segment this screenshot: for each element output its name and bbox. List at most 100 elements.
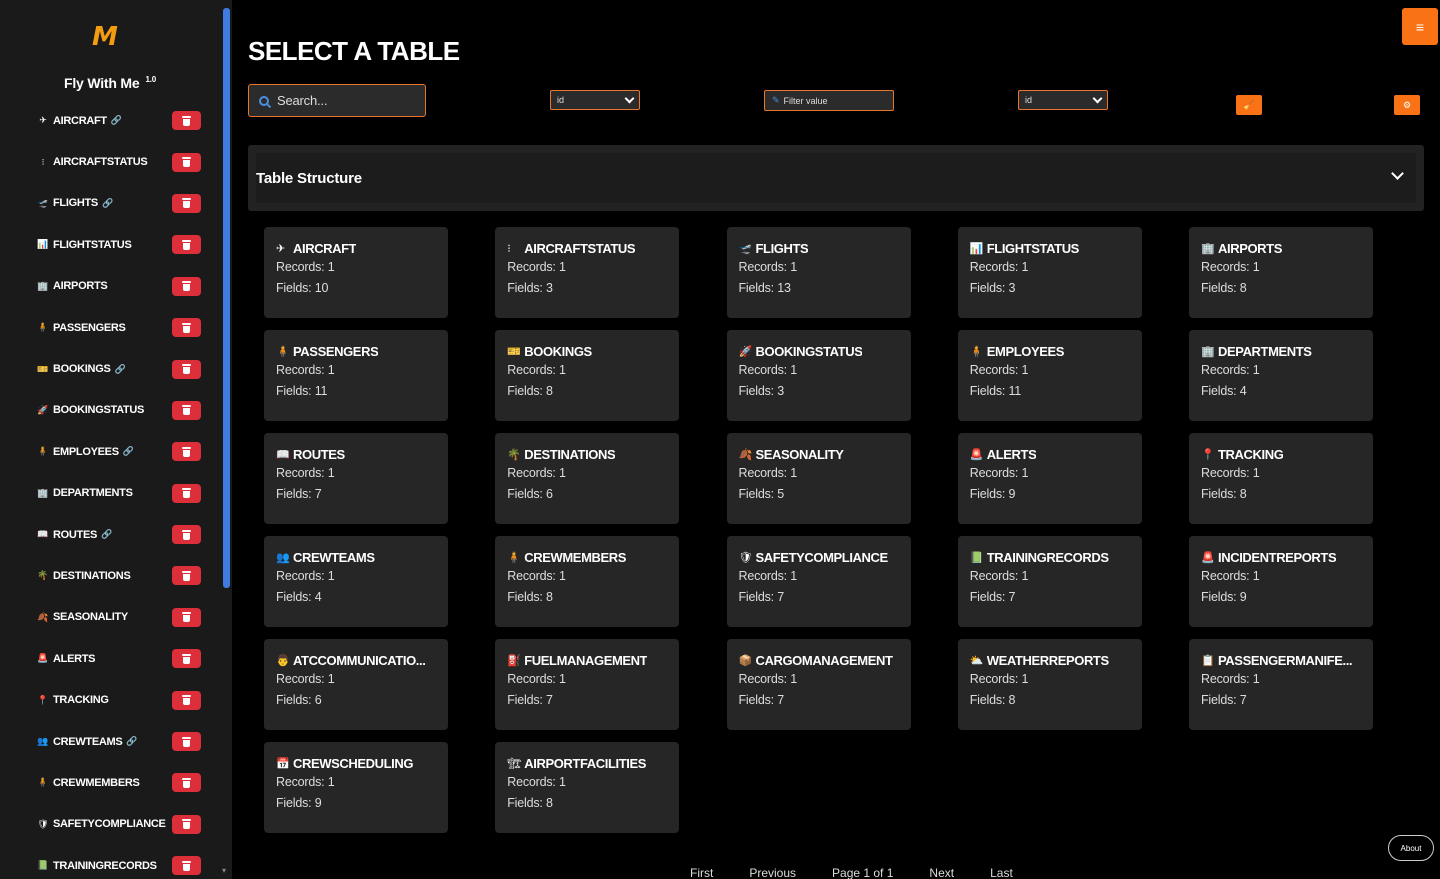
chevron-down-icon bbox=[624, 93, 635, 103]
field-select-1[interactable]: id bbox=[550, 90, 640, 110]
table-card[interactable]: 📅 CREWSCHEDULING Records: 1 Fields: 9 bbox=[264, 742, 448, 833]
table-icon: 👨 bbox=[276, 654, 290, 667]
field-select-2[interactable]: id bbox=[1018, 90, 1108, 110]
table-structure-panel[interactable]: Table Structure bbox=[248, 145, 1424, 211]
sidebar-item[interactable]: 👥 CREWTEAMS 🔗 bbox=[0, 721, 222, 762]
table-card-title: CARGOMANAGEMENT bbox=[755, 652, 893, 668]
table-card[interactable]: 👨 ATCCOMMUNICATIO... Records: 1 Fields: 6 bbox=[264, 639, 448, 730]
sidebar-item-label: TRAININGRECORDS bbox=[53, 859, 157, 872]
table-card[interactable]: 🚀 BOOKINGSTATUS Records: 1 Fields: 3 bbox=[726, 330, 911, 421]
table-card[interactable]: 🚨 INCIDENTREPORTS Records: 1 Fields: 9 bbox=[1189, 536, 1373, 627]
table-card[interactable]: ✈ AIRCRAFT Records: 1 Fields: 10 bbox=[264, 227, 448, 318]
delete-table-button[interactable] bbox=[172, 193, 201, 213]
table-card-records: Records: 1 bbox=[507, 672, 566, 686]
table-card[interactable]: 🧍 EMPLOYEES Records: 1 Fields: 11 bbox=[957, 330, 1142, 421]
delete-table-button[interactable] bbox=[172, 566, 201, 586]
pager-next[interactable]: Next bbox=[929, 866, 954, 879]
table-card[interactable]: 🛫 FLIGHTS Records: 1 Fields: 13 bbox=[726, 227, 911, 318]
pager-first[interactable]: First bbox=[690, 866, 713, 879]
chevron-down-icon bbox=[1092, 93, 1103, 103]
table-card[interactable]: ⁝ AIRCRAFTSTATUS Records: 1 Fields: 3 bbox=[495, 227, 680, 318]
pager-last[interactable]: Last bbox=[990, 866, 1013, 879]
table-card[interactable]: 📊 FLIGHTSTATUS Records: 1 Fields: 3 bbox=[957, 227, 1142, 318]
table-card[interactable]: 🍂 SEASONALITY Records: 1 Fields: 5 bbox=[726, 433, 911, 524]
clear-filter-button[interactable]: 🧹 bbox=[1236, 95, 1262, 115]
delete-table-button[interactable] bbox=[172, 690, 201, 710]
delete-table-button[interactable] bbox=[172, 773, 201, 793]
table-card[interactable]: 🏢 DEPARTMENTS Records: 1 Fields: 4 bbox=[1189, 330, 1373, 421]
sidebar-item[interactable]: 🧍 PASSENGERS bbox=[0, 307, 222, 348]
table-card[interactable]: 📦 CARGOMANAGEMENT Records: 1 Fields: 7 bbox=[726, 639, 911, 730]
table-card[interactable]: 🛡 SAFETYCOMPLIANCE Records: 1 Fields: 7 bbox=[726, 536, 911, 627]
table-card[interactable]: 📋 PASSENGERMANIFE... Records: 1 Fields: 7 bbox=[1189, 639, 1373, 730]
table-card-title: CREWSCHEDULING bbox=[293, 755, 414, 771]
table-card-fields: Fields: 6 bbox=[276, 693, 322, 707]
search-input[interactable]: Search... bbox=[248, 84, 426, 117]
table-card-title: INCIDENTREPORTS bbox=[1218, 549, 1337, 565]
delete-table-button[interactable] bbox=[172, 359, 201, 379]
table-card[interactable]: 📗 TRAININGRECORDS Records: 1 Fields: 7 bbox=[957, 536, 1142, 627]
sidebar-item[interactable]: 🏢 DEPARTMENTS bbox=[0, 473, 222, 514]
sidebar-item[interactable]: 🚀 BOOKINGSTATUS bbox=[0, 390, 222, 431]
table-card[interactable]: 📍 TRACKING Records: 1 Fields: 8 bbox=[1189, 433, 1373, 524]
menu-button[interactable]: ≡ bbox=[1402, 8, 1438, 45]
delete-table-button[interactable] bbox=[172, 111, 201, 131]
table-card[interactable]: ⛅ WEATHERREPORTS Records: 1 Fields: 8 bbox=[957, 639, 1142, 730]
sidebar-item[interactable]: 🧍 EMPLOYEES 🔗 bbox=[0, 431, 222, 472]
table-card-records: Records: 1 bbox=[1201, 363, 1260, 377]
sidebar-item[interactable]: 📊 FLIGHTSTATUS bbox=[0, 224, 222, 265]
delete-table-button[interactable] bbox=[172, 235, 201, 255]
sidebar-item[interactable]: 📍 TRACKING bbox=[0, 679, 222, 720]
about-button[interactable]: About bbox=[1388, 835, 1434, 861]
table-card[interactable]: 🚨 ALERTS Records: 1 Fields: 9 bbox=[957, 433, 1142, 524]
sidebar-item[interactable]: 🧍 CREWMEMBERS bbox=[0, 762, 222, 803]
sidebar-item[interactable]: 🎫 BOOKINGS 🔗 bbox=[0, 348, 222, 389]
sidebar-item[interactable]: 🛡 SAFETYCOMPLIANCE bbox=[0, 804, 222, 845]
sidebar-item[interactable]: ⁝ AIRCRAFTSTATUS bbox=[0, 141, 222, 182]
table-card[interactable]: 🏗 AIRPORTFACILITIES Records: 1 Fields: 8 bbox=[495, 742, 680, 833]
table-card-fields: Fields: 8 bbox=[1201, 281, 1247, 295]
sidebar: M Fly With Me 1.0 ✈ AIRCRAFT 🔗 ⁝ AIRCRAFTSTAT… bbox=[0, 0, 232, 879]
table-card-title: CREWMEMBERS bbox=[524, 549, 627, 565]
sidebar-item[interactable]: 🛫 FLIGHTS 🔗 bbox=[0, 183, 222, 224]
sidebar-item[interactable]: 🍂 SEASONALITY bbox=[0, 597, 222, 638]
table-card[interactable]: 🏢 AIRPORTS Records: 1 Fields: 8 bbox=[1189, 227, 1373, 318]
delete-table-button[interactable] bbox=[172, 649, 201, 669]
table-card[interactable]: 🎫 BOOKINGS Records: 1 Fields: 8 bbox=[495, 330, 680, 421]
table-structure-header[interactable]: Table Structure bbox=[256, 153, 1416, 203]
table-card[interactable]: 👥 CREWTEAMS Records: 1 Fields: 4 bbox=[264, 536, 448, 627]
delete-table-button[interactable] bbox=[172, 525, 201, 545]
delete-table-button[interactable] bbox=[172, 152, 201, 172]
table-card[interactable]: 🧍 CREWMEMBERS Records: 1 Fields: 8 bbox=[495, 536, 680, 627]
scroll-down-arrow-icon[interactable]: ▾ bbox=[222, 866, 226, 875]
table-card-header: ⛽ FUELMANAGEMENT bbox=[507, 651, 679, 669]
settings-button[interactable]: ⚙ bbox=[1394, 95, 1420, 115]
sidebar-scrollbar[interactable] bbox=[223, 8, 230, 588]
delete-table-button[interactable] bbox=[172, 814, 201, 834]
table-card[interactable]: 📖 ROUTES Records: 1 Fields: 7 bbox=[264, 433, 448, 524]
filter-value-input[interactable]: ✎ Filter value bbox=[764, 90, 894, 111]
search-icon bbox=[259, 95, 269, 106]
delete-table-button[interactable] bbox=[172, 442, 201, 462]
table-icon: 📦 bbox=[738, 654, 753, 667]
table-card[interactable]: 🧍 PASSENGERS Records: 1 Fields: 11 bbox=[264, 330, 448, 421]
pager-previous[interactable]: Previous bbox=[749, 866, 796, 879]
sidebar-item[interactable]: 📖 ROUTES 🔗 bbox=[0, 514, 222, 555]
sidebar-item[interactable]: 🏢 AIRPORTS bbox=[0, 266, 222, 307]
delete-table-button[interactable] bbox=[172, 483, 201, 503]
delete-table-button[interactable] bbox=[172, 856, 201, 876]
sidebar-item[interactable]: ✈ AIRCRAFT 🔗 bbox=[0, 100, 222, 141]
sidebar-item[interactable]: 🚨 ALERTS bbox=[0, 638, 222, 679]
delete-table-button[interactable] bbox=[172, 400, 201, 420]
table-icon: 📗 bbox=[37, 860, 49, 871]
sidebar-item[interactable]: 📗 TRAININGRECORDS bbox=[0, 845, 222, 879]
table-card[interactable]: ⛽ FUELMANAGEMENT Records: 1 Fields: 7 bbox=[495, 639, 680, 730]
delete-table-button[interactable] bbox=[172, 732, 201, 752]
table-card-fields: Fields: 9 bbox=[276, 796, 322, 810]
delete-table-button[interactable] bbox=[172, 276, 201, 296]
delete-table-button[interactable] bbox=[172, 607, 201, 627]
table-card[interactable]: 🌴 DESTINATIONS Records: 1 Fields: 6 bbox=[495, 433, 680, 524]
table-card-records: Records: 1 bbox=[276, 363, 335, 377]
sidebar-item[interactable]: 🌴 DESTINATIONS bbox=[0, 555, 222, 596]
delete-table-button[interactable] bbox=[172, 318, 201, 338]
